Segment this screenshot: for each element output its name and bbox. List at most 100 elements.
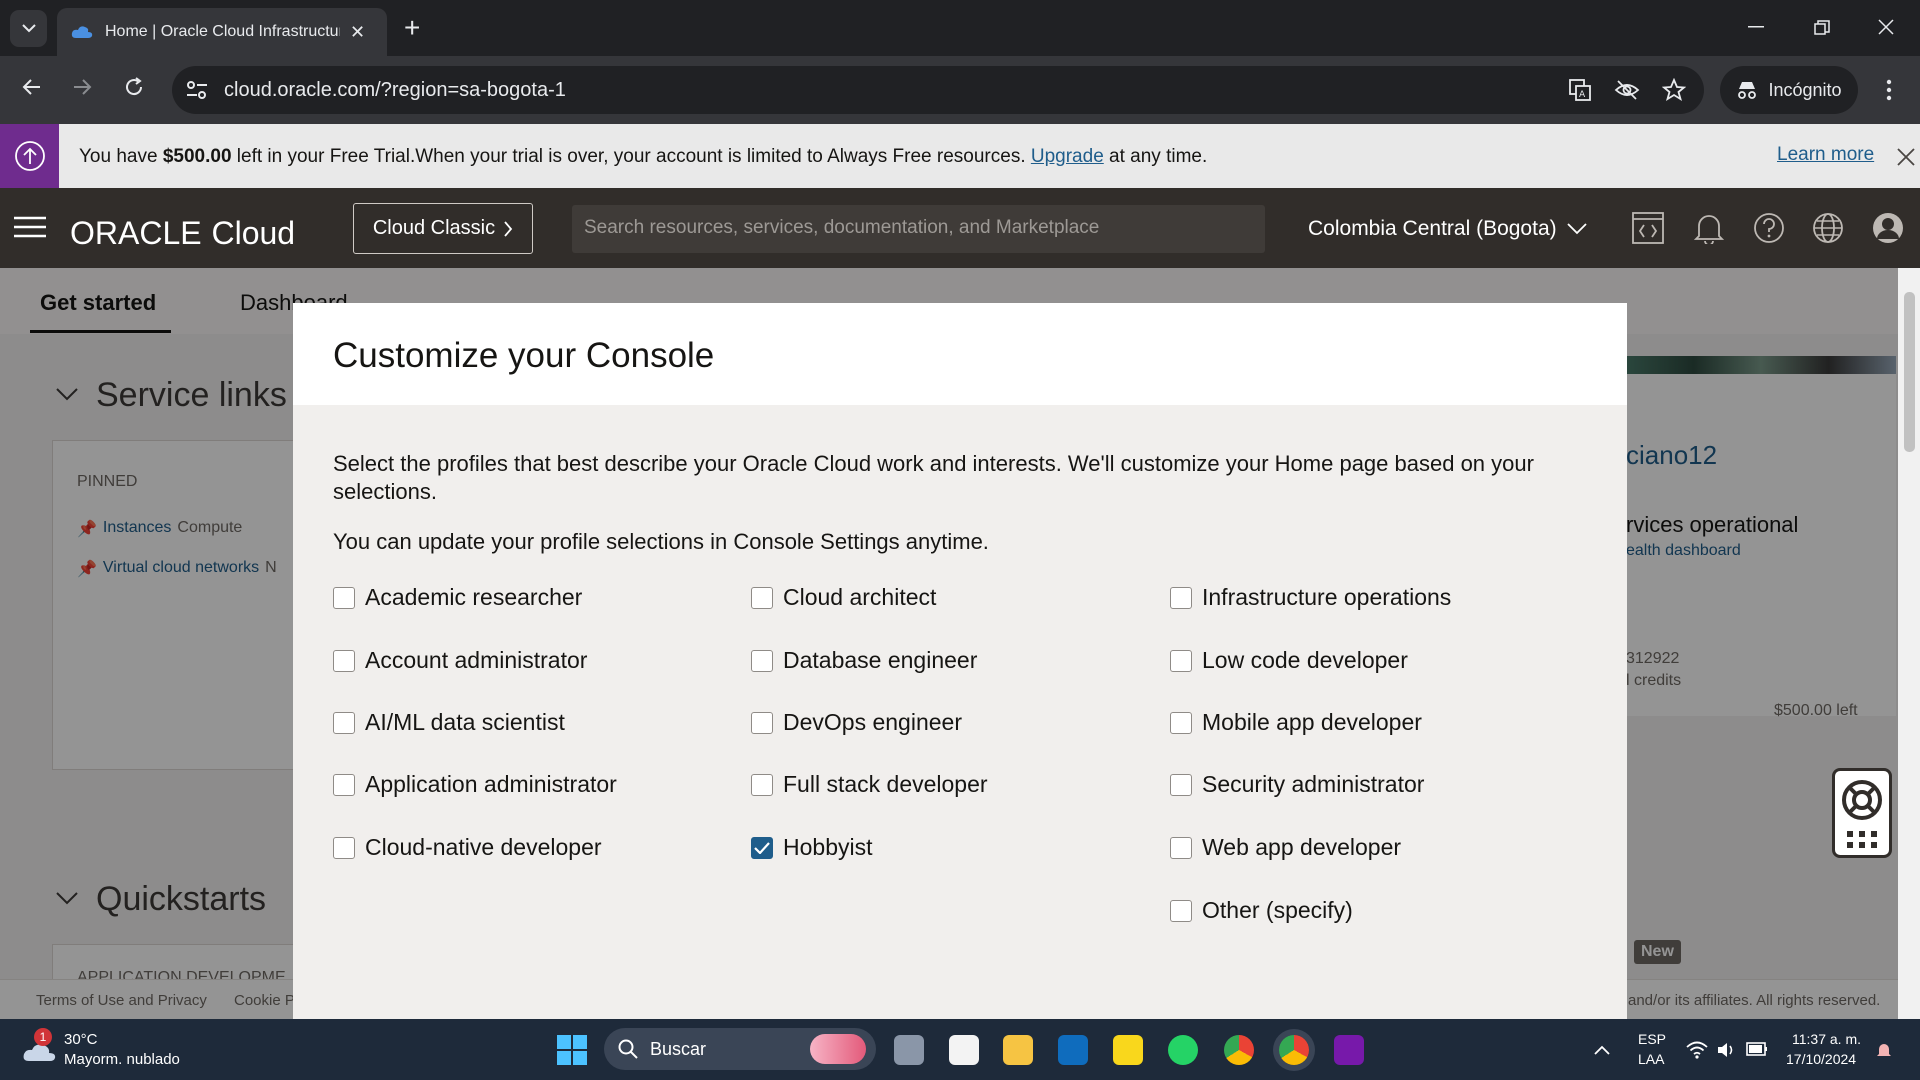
checkbox[interactable]	[333, 711, 355, 734]
page-scrollbar[interactable]	[1898, 268, 1920, 1019]
console-search-input[interactable]: Search resources, services, documentatio…	[572, 205, 1265, 253]
close-banner-icon[interactable]	[1897, 148, 1915, 166]
browser-tab-bar: Home | Oracle Cloud Infrastructure ✕ +	[0, 0, 1920, 56]
checkbox-checked[interactable]	[751, 836, 773, 859]
eye-off-icon[interactable]	[1614, 78, 1640, 102]
checkbox[interactable]	[1170, 836, 1192, 859]
back-arrow-icon[interactable]	[20, 75, 44, 99]
checkbox[interactable]	[1170, 711, 1192, 734]
browser-tab[interactable]: Home | Oracle Cloud Infrastructure ✕	[57, 8, 387, 56]
reload-icon[interactable]	[122, 75, 146, 99]
help-widget[interactable]	[1832, 768, 1892, 858]
profile-option[interactable]: Cloud-native developer	[333, 834, 602, 861]
trial-text-end: at any time.	[1103, 146, 1208, 167]
profile-option[interactable]: Mobile app developer	[1170, 709, 1422, 736]
windows-start-icon[interactable]	[557, 1035, 587, 1065]
tray-chevron-up-icon[interactable]	[1594, 1045, 1610, 1055]
incognito-label: Incógnito	[1768, 79, 1842, 100]
trial-message: You have $500.00 left in your Free Trial…	[79, 146, 1207, 168]
volume-icon[interactable]	[1716, 1040, 1736, 1060]
profile-option[interactable]: Web app developer	[1170, 834, 1401, 861]
profile-option-label: Academic researcher	[365, 584, 583, 610]
checkbox[interactable]	[333, 586, 355, 609]
checkbox[interactable]	[1170, 773, 1192, 796]
checkbox[interactable]	[333, 836, 355, 859]
tab-search-button[interactable]	[10, 10, 47, 47]
file-explorer-icon[interactable]	[1003, 1035, 1033, 1065]
profile-option[interactable]: Academic researcher	[333, 584, 582, 611]
profile-option-label: Low code developer	[1202, 647, 1408, 673]
taskbar-search[interactable]: Buscar	[604, 1028, 876, 1070]
checkbox[interactable]	[751, 711, 773, 734]
profile-option-label: DevOps engineer	[783, 709, 962, 735]
clock-time[interactable]: 11:37 a. m.	[1792, 1031, 1861, 1047]
site-settings-icon[interactable]	[186, 80, 208, 100]
checkbox[interactable]	[1170, 649, 1192, 672]
keyboard-language[interactable]: ESP	[1638, 1031, 1666, 1047]
profile-option[interactable]: DevOps engineer	[751, 709, 962, 736]
new-tab-button[interactable]: +	[404, 12, 420, 44]
profile-option-label: Application administrator	[365, 771, 617, 797]
code-editor-icon[interactable]	[1632, 212, 1664, 244]
temperature: 30°C	[64, 1031, 98, 1048]
profile-option-label: Cloud architect	[783, 584, 937, 610]
upgrade-link[interactable]: Upgrade	[1031, 146, 1104, 167]
profile-option-label: Other (specify)	[1202, 897, 1353, 923]
incognito-indicator[interactable]: Incógnito	[1720, 66, 1858, 114]
scrollbar-thumb[interactable]	[1904, 292, 1915, 452]
checkbox[interactable]	[1170, 899, 1192, 922]
close-window-icon[interactable]	[1878, 19, 1894, 35]
hamburger-menu-icon[interactable]	[14, 216, 46, 238]
language-globe-icon[interactable]	[1812, 212, 1844, 244]
minimize-icon[interactable]	[1748, 26, 1764, 29]
cloud-classic-button[interactable]: Cloud Classic	[353, 203, 533, 254]
chrome-icon[interactable]	[1224, 1035, 1254, 1065]
profile-option[interactable]: Infrastructure operations	[1170, 584, 1451, 611]
user-profile-icon[interactable]	[1872, 212, 1904, 244]
checkbox[interactable]	[333, 649, 355, 672]
store-icon[interactable]	[949, 1035, 979, 1065]
notification-bell-icon[interactable]	[1876, 1041, 1892, 1059]
profile-option[interactable]: AI/ML data scientist	[333, 709, 565, 736]
learn-more-link[interactable]: Learn more	[1777, 144, 1874, 166]
profile-option[interactable]: Other (specify)	[1170, 897, 1353, 924]
trial-text-middle: left in your Free Trial.When your trial …	[231, 146, 1031, 167]
profile-option[interactable]: Full stack developer	[751, 771, 988, 798]
region-selector[interactable]: Colombia Central (Bogota)	[1308, 217, 1587, 241]
profile-option[interactable]: Security administrator	[1170, 771, 1424, 798]
notifications-bell-icon[interactable]	[1694, 212, 1724, 244]
onenote-icon[interactable]	[1334, 1035, 1364, 1065]
taskbar-search-label: Buscar	[650, 1038, 707, 1059]
checkbox[interactable]	[751, 586, 773, 609]
checkbox[interactable]	[333, 773, 355, 796]
oracle-cloud-logo[interactable]: ORACLE Cloud	[70, 215, 295, 252]
profile-option[interactable]: Low code developer	[1170, 647, 1408, 674]
help-icon[interactable]	[1753, 212, 1785, 244]
profile-option[interactable]: Cloud architect	[751, 584, 936, 611]
profile-option-label: Account administrator	[365, 647, 588, 673]
forward-arrow-icon[interactable]	[70, 75, 94, 99]
translate-icon[interactable]: A	[1568, 78, 1592, 102]
checkbox[interactable]	[751, 773, 773, 796]
task-view-icon[interactable]	[894, 1035, 924, 1065]
tab-close-icon[interactable]: ✕	[350, 22, 365, 43]
profile-option[interactable]: Application administrator	[333, 771, 617, 798]
apps-grid-icon	[1847, 831, 1877, 848]
bookmark-star-icon[interactable]	[1662, 78, 1686, 102]
clock-date[interactable]: 17/10/2024	[1786, 1051, 1856, 1067]
battery-icon[interactable]	[1746, 1041, 1768, 1057]
checkbox[interactable]	[1170, 586, 1192, 609]
profile-option[interactable]: Hobbyist	[751, 834, 872, 861]
wifi-icon[interactable]	[1686, 1041, 1708, 1059]
outlook-icon[interactable]	[1058, 1035, 1088, 1065]
address-bar[interactable]: cloud.oracle.com/?region=sa-bogota-1 A	[172, 66, 1704, 114]
upgrade-arrow-icon	[14, 141, 45, 171]
restore-icon[interactable]	[1814, 20, 1830, 36]
profile-option[interactable]: Account administrator	[333, 647, 587, 674]
whatsapp-icon[interactable]	[1168, 1035, 1198, 1065]
profile-option[interactable]: Database engineer	[751, 647, 977, 674]
checkbox[interactable]	[751, 649, 773, 672]
sticky-notes-icon[interactable]	[1113, 1035, 1143, 1065]
kebab-menu-icon[interactable]	[1886, 78, 1892, 102]
chrome-incognito-icon[interactable]	[1279, 1035, 1309, 1065]
